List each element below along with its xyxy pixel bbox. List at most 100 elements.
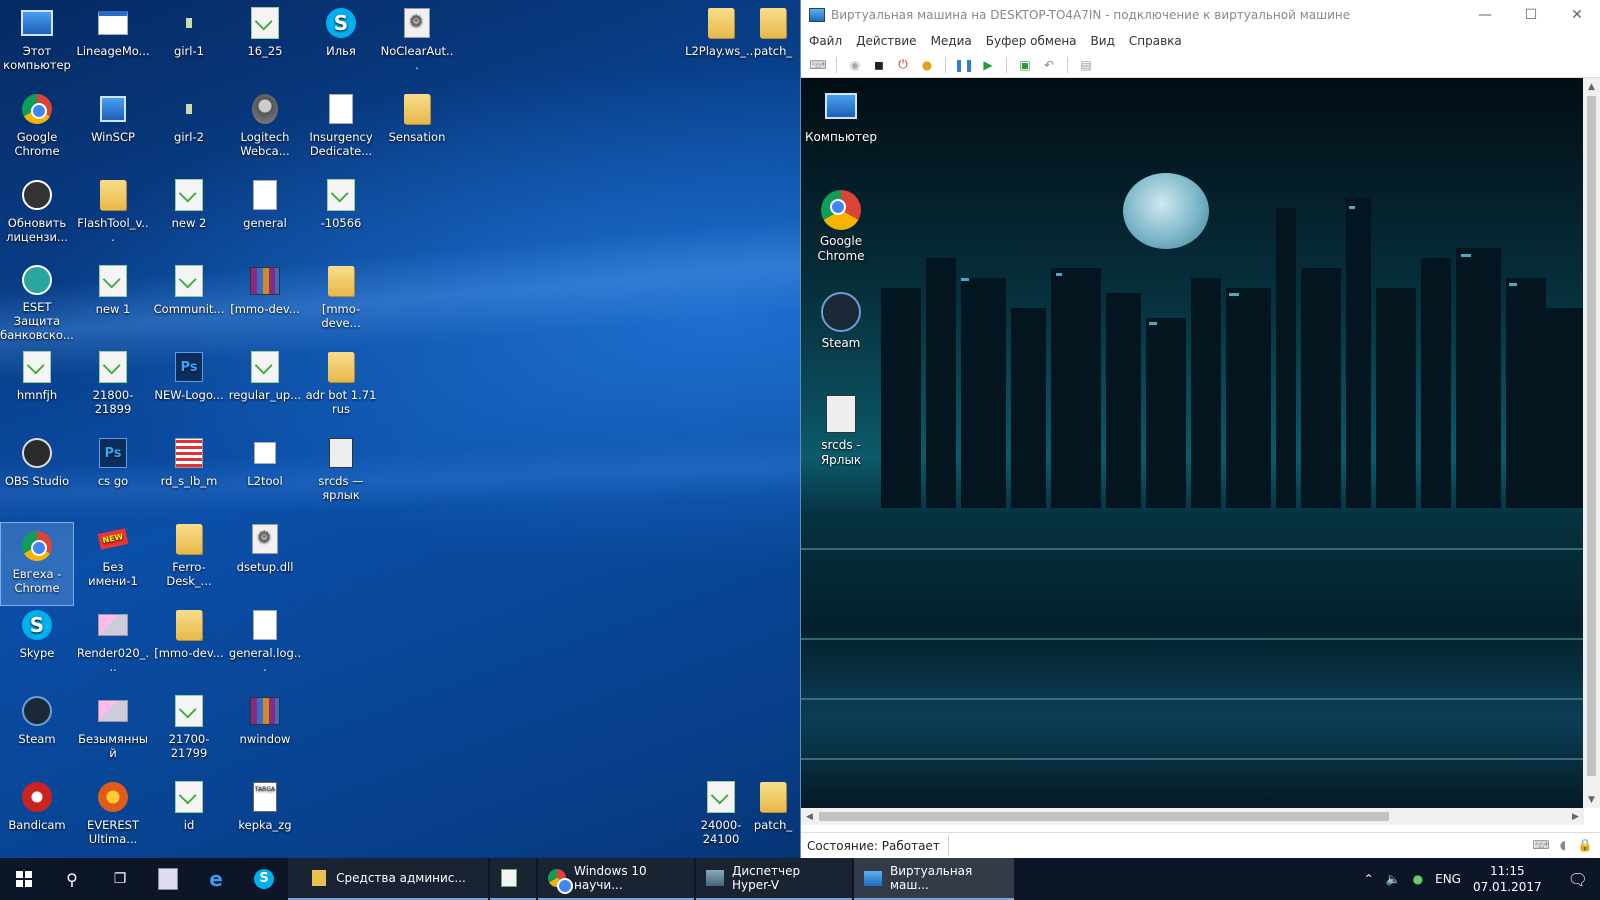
desktop-icon-id[interactable]: id: [152, 774, 226, 858]
desktop-icon-sensation[interactable]: Sensation: [380, 86, 454, 170]
enhanced-session-icon[interactable]: ▤: [1077, 56, 1095, 74]
desktop-icon-girl-1[interactable]: girl-1: [152, 0, 226, 84]
desktop-icon-general[interactable]: general: [228, 172, 302, 256]
desktop-icon-ilya[interactable]: S Илья: [304, 0, 378, 84]
task-view-button[interactable]: ❐: [96, 858, 144, 900]
desktop-icon-21700[interactable]: 21700-21799: [152, 688, 226, 772]
scroll-right-icon[interactable]: ▶: [1567, 808, 1584, 825]
taskbar-app-vm-connection[interactable]: Виртуальная маш...: [854, 858, 1014, 900]
turn-off-icon[interactable]: ◼: [870, 56, 888, 74]
desktop-icon-mmo-dev-folder[interactable]: [mmo-dev...: [152, 602, 226, 686]
scroll-left-icon[interactable]: ◀: [801, 808, 818, 825]
desktop-icon-ferro-desk[interactable]: Ferro-Desk_...: [152, 516, 226, 600]
checkpoint-icon[interactable]: ▣: [1016, 56, 1034, 74]
vertical-scrollbar[interactable]: ▲ ▼: [1583, 78, 1600, 808]
desktop-icon-new-1[interactable]: new 1: [76, 258, 150, 342]
clock[interactable]: 11:15 07.01.2017: [1473, 863, 1542, 895]
pause-icon[interactable]: ❚❚: [954, 56, 974, 74]
pinned-edge[interactable]: e: [192, 858, 240, 900]
revert-icon[interactable]: ↶: [1040, 56, 1058, 74]
desktop-icon-eset[interactable]: ESET Защита банковско...: [0, 258, 74, 342]
desktop-icon-google-chrome[interactable]: Google Chrome: [0, 86, 74, 170]
desktop-icon-patch-bottom[interactable]: patch_: [746, 774, 800, 858]
desktop-icon-mmo-dev-rar[interactable]: [mmo-dev...: [228, 258, 302, 342]
taskbar-app-notepadpp[interactable]: [490, 858, 536, 900]
desktop-icon-patch-top[interactable]: patch_: [746, 0, 800, 84]
vertical-scroll-thumb[interactable]: [1587, 96, 1596, 776]
desktop-icon-noclearaut[interactable]: NoClearAut...: [380, 0, 454, 84]
desktop-icon-hmnfjh[interactable]: hmnfjh: [0, 344, 74, 428]
taskbar-app-admin-tools[interactable]: Средства админис...: [288, 858, 488, 900]
network-icon[interactable]: ●: [1413, 872, 1423, 886]
desktop-icon-bez-imeni[interactable]: NEW Без имени-1: [76, 516, 150, 600]
desktop-icon-logitech[interactable]: Logitech Webca...: [228, 86, 302, 170]
horizontal-scrollbar[interactable]: ◀ ▶: [801, 808, 1584, 825]
guest-icon-google-chrome[interactable]: Google Chrome: [801, 190, 881, 264]
desktop-icon-obs-studio[interactable]: OBS Studio: [0, 430, 74, 514]
desktop-icon-21800[interactable]: 21800-21899: [76, 344, 150, 428]
volume-icon[interactable]: 🔈: [1386, 872, 1401, 886]
desktop-icon-new-2[interactable]: new 2: [152, 172, 226, 256]
scroll-up-icon[interactable]: ▲: [1583, 78, 1600, 95]
desktop-icon-nwindow[interactable]: nwindow: [228, 688, 302, 772]
menu-action[interactable]: Действие: [856, 34, 916, 48]
desktop-icon-render020[interactable]: Render020_...: [76, 602, 150, 686]
desktop-icon-this-pc[interactable]: Этот компьютер: [0, 0, 74, 84]
vm-connection-window[interactable]: Виртуальная машина на DESKTOP-TO4A7IN - …: [800, 0, 1600, 858]
desktop-icon-update-license[interactable]: Обновить лицензи...: [0, 172, 74, 256]
shutdown-icon[interactable]: ⏻: [894, 56, 912, 74]
desktop-icon-bezymyanny[interactable]: Безымянный: [76, 688, 150, 772]
desktop-icon-srcds[interactable]: srcds — ярлык: [304, 430, 378, 514]
desktop-icon-lineagemo[interactable]: LineageMo...: [76, 0, 150, 84]
desktop-icon-evgeha-chrome[interactable]: Евгеха - Chrome: [0, 522, 74, 606]
pinned-app-notepad[interactable]: [144, 858, 192, 900]
desktop-icon-skype[interactable]: S Skype: [0, 602, 74, 686]
desktop-icon-girl-2[interactable]: girl-2: [152, 86, 226, 170]
desktop-icon-cs-go[interactable]: Ps cs go: [76, 430, 150, 514]
start-button[interactable]: [0, 858, 48, 900]
taskbar-app-hyperv-manager[interactable]: Диспетчер Hyper-V: [696, 858, 852, 900]
vm-title-bar[interactable]: Виртуальная машина на DESKTOP-TO4A7IN - …: [801, 0, 1600, 30]
language-indicator[interactable]: ENG: [1435, 872, 1461, 886]
desktop-icon-winscp[interactable]: WinSCP: [76, 86, 150, 170]
desktop-icon-mmo-deve-folder[interactable]: [mmo-deve...: [304, 258, 378, 342]
desktop-icon-l2tool[interactable]: L2tool: [228, 430, 302, 514]
menu-help[interactable]: Справка: [1129, 34, 1182, 48]
desktop-icon-steam[interactable]: Steam: [0, 688, 74, 772]
pinned-skype[interactable]: S: [240, 858, 288, 900]
start-icon[interactable]: ◉: [846, 56, 864, 74]
desktop-icon-16-25[interactable]: 16_25: [228, 0, 302, 84]
desktop-icon-communit[interactable]: Communit...: [152, 258, 226, 342]
save-icon[interactable]: ●: [918, 56, 936, 74]
desktop-icon-insurgency[interactable]: Insurgency Dedicate...: [304, 86, 378, 170]
notification-center-icon[interactable]: 🗨: [1568, 870, 1588, 889]
menu-media[interactable]: Медиа: [931, 34, 972, 48]
ctrl-alt-del-icon[interactable]: ⌨: [809, 56, 827, 74]
resume-icon[interactable]: ▶: [979, 56, 997, 74]
menu-file[interactable]: Файл: [809, 34, 842, 48]
desktop-icon-regular-up[interactable]: regular_up...: [228, 344, 302, 428]
minimize-button[interactable]: —: [1462, 0, 1508, 30]
maximize-button[interactable]: ☐: [1508, 0, 1554, 30]
desktop-icon-adr-bot[interactable]: adr bot 1.71 rus: [304, 344, 378, 428]
show-hidden-icons-chevron-up-icon[interactable]: ⌃: [1364, 872, 1374, 886]
guest-icon-steam[interactable]: Steam: [801, 292, 881, 351]
desktop-icon-new-logo[interactable]: Ps NEW-Logo...: [152, 344, 226, 428]
close-button[interactable]: ✕: [1554, 0, 1600, 30]
desktop-icon-bandicam[interactable]: Bandicam: [0, 774, 74, 858]
desktop-icon-rd-s-lb-m[interactable]: rd_s_lb_m: [152, 430, 226, 514]
desktop-icon-everest[interactable]: EVEREST Ultima...: [76, 774, 150, 858]
desktop-icon-dsetup[interactable]: dsetup.dll: [228, 516, 302, 600]
vm-guest-screen[interactable]: Компьютер Google Chrome Steam srcds - Яр…: [801, 78, 1584, 808]
guest-icon-srcds[interactable]: srcds - Ярлык: [801, 394, 881, 468]
menu-clipboard[interactable]: Буфер обмена: [986, 34, 1077, 48]
desktop-icon-flashtool[interactable]: FlashTool_v...: [76, 172, 150, 256]
desktop-icon-general-log[interactable]: general.log...: [228, 602, 302, 686]
search-button[interactable]: ⚲: [48, 858, 96, 900]
guest-icon-computer[interactable]: Компьютер: [801, 86, 881, 145]
scroll-down-icon[interactable]: ▼: [1583, 791, 1600, 808]
horizontal-scroll-thumb[interactable]: [819, 812, 1389, 821]
desktop-icon-10566[interactable]: -10566: [304, 172, 378, 256]
taskbar-app-chrome[interactable]: Windows 10 научи...: [538, 858, 694, 900]
desktop-icon-kepka-zg[interactable]: TARGA kepka_zg: [228, 774, 302, 858]
